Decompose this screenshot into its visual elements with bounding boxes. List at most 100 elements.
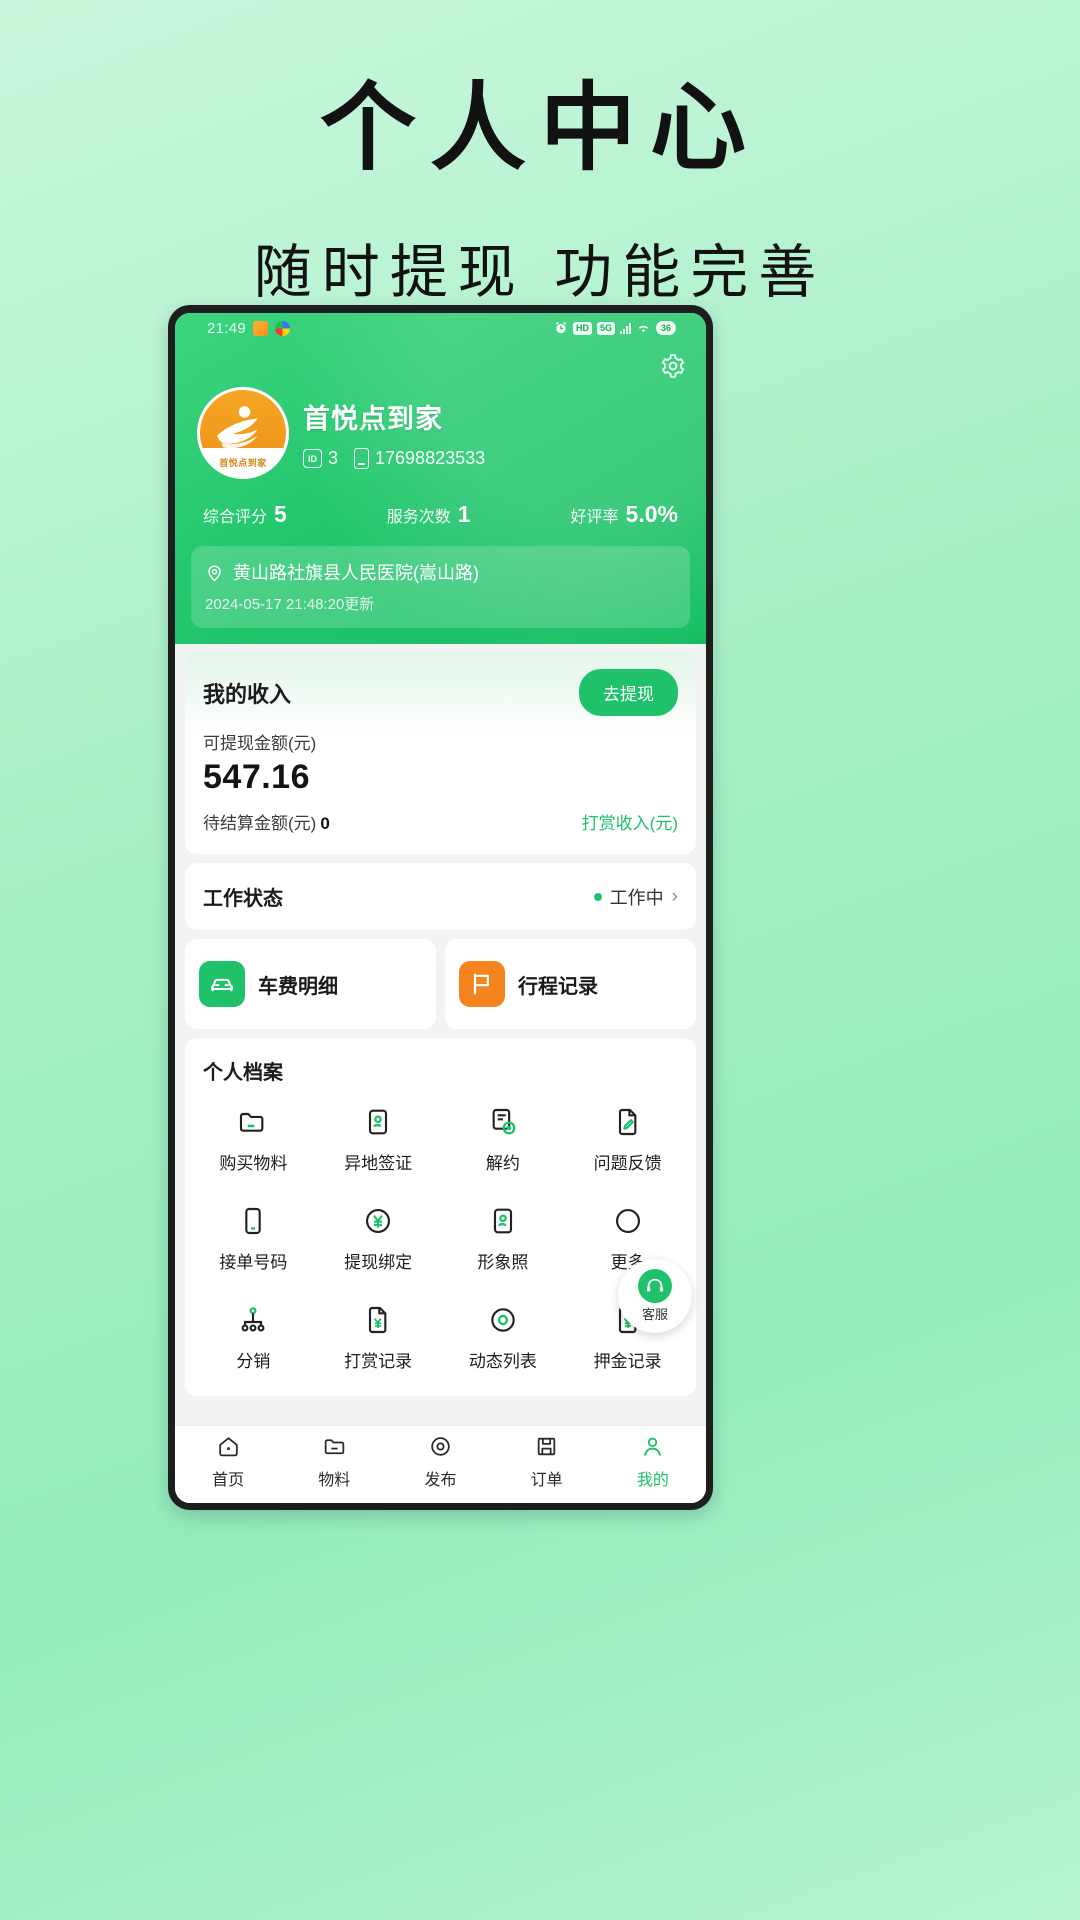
folder-icon [236,1105,270,1139]
tab-publish[interactable]: 发布 [387,1433,493,1490]
trip-record-card[interactable]: 行程记录 [445,939,696,1029]
id-card-icon [361,1105,395,1139]
profile-icon [639,1433,666,1460]
profile-header: 21:49 HD 5G 36 首悦点到家 首悦点到家 ID 3 17698823… [175,313,706,644]
battery-icon: 36 [655,320,676,336]
archive-item-purchase-materials[interactable]: 购买物料 [191,1091,316,1184]
archive-item-remote-visa[interactable]: 异地签证 [316,1091,441,1184]
income-title: 我的收入 [203,681,292,707]
profile-id-value: 3 [328,448,339,468]
pending-amount-label: 待结算金额(元) [203,814,317,833]
promo-header: 个人中心 随时提现 功能完善 [0,0,1080,309]
tab-profile[interactable]: 我的 [600,1433,706,1490]
archive-item-label: 购买物料 [219,1154,288,1173]
tab-materials[interactable]: 物料 [281,1433,387,1490]
archive-item-label: 分销 [236,1352,271,1371]
archive-item-label: 异地签证 [344,1154,413,1173]
archive-item-label: 动态列表 [468,1352,537,1371]
notification-app-icon [253,320,269,336]
stat-label: 好评率 [570,509,619,526]
status-dot-icon [593,892,602,901]
notification-browser-icon [275,320,291,336]
phone-icon [354,448,370,469]
materials-icon [321,1433,348,1460]
tip-income-link[interactable]: 打赏收入(元) [582,809,678,834]
customer-service-button[interactable]: 客服 [618,1259,692,1333]
withdraw-button[interactable]: 去提现 [579,669,678,716]
network-type-icon: 5G [596,321,615,335]
reward-record-icon [361,1303,395,1337]
archive-item-label: 形象照 [477,1253,529,1272]
tab-orders[interactable]: 订单 [494,1433,600,1490]
hd-icon: HD [572,321,592,335]
archive-item-dynamic-list[interactable]: 动态列表 [441,1289,566,1382]
promo-subtitle: 随时提现 功能完善 [253,237,827,306]
publish-icon [427,1433,454,1460]
tab-label: 首页 [212,1472,245,1489]
archive-item-label: 提现绑定 [344,1253,413,1272]
distribution-tree-icon [236,1303,270,1337]
archive-item-label: 问题反馈 [593,1154,662,1173]
id-badge-icon: ID [303,449,322,468]
home-icon [215,1433,242,1460]
work-status-value: 工作中 [609,887,664,908]
archive-item-distribution[interactable]: 分销 [191,1289,316,1382]
feedback-edit-icon [611,1105,645,1139]
pending-amount: 待结算金额(元) 0 [203,809,330,834]
more-icon [611,1204,645,1238]
location-updated-time: 2024-05-17 21:48:20更新 [205,596,375,613]
archive-item-order-number[interactable]: 接单号码 [191,1190,316,1283]
available-amount-value: 547.16 [203,758,310,796]
status-bar: 21:49 HD 5G 36 [191,313,690,343]
orders-icon [533,1433,560,1460]
stat-rating: 综合评分 5 [203,501,287,528]
tab-label: 订单 [530,1472,563,1489]
location-card[interactable]: 黄山路社旗县人民医院(嵩山路) 2024-05-17 21:48:20更新 [191,546,690,628]
location-name: 黄山路社旗县人民医院(嵩山路) [233,563,479,583]
avatar-caption: 首悦点到家 [219,459,267,469]
income-card: 我的收入 去提现 可提现金额(元) 547.16 待结算金额(元) 0 打赏收入(… [185,653,696,854]
archive-item-feedback[interactable]: 问题反馈 [565,1091,690,1184]
wifi-icon [636,322,651,334]
profile-phone-value: 17698823533 [375,448,486,468]
phone-screen: 21:49 HD 5G 36 首悦点到家 首悦点到家 ID 3 17698823… [175,313,706,1503]
signal-bars-icon [619,322,631,334]
stat-label: 综合评分 [203,509,268,526]
archive-item-portrait-photo[interactable]: 形象照 [441,1190,566,1283]
archive-item-label: 接单号码 [219,1253,288,1272]
headset-icon [638,1269,672,1303]
archive-item-withdraw-binding[interactable]: 提现绑定 [316,1190,441,1283]
archive-item-label: 解约 [485,1154,520,1173]
target-circle-icon [486,1303,520,1337]
stat-value: 5 [274,501,287,527]
stat-service-count: 服务次数 1 [387,501,471,528]
gear-icon[interactable] [660,353,686,379]
tab-label: 物料 [318,1472,351,1489]
customer-service-label: 客服 [641,1307,668,1322]
feature-card-row: 车费明细 行程记录 [185,939,696,1029]
fare-detail-card[interactable]: 车费明细 [185,939,436,1029]
promo-title: 个人中心 [320,71,760,184]
archive-item-terminate-contract[interactable]: 解约 [441,1091,566,1184]
yuan-circle-icon [361,1204,395,1238]
profile-stats: 综合评分 5 服务次数 1 好评率 5.0% [191,501,690,528]
tab-label: 我的 [636,1472,669,1489]
available-amount-label: 可提现金额(元) [203,734,317,753]
work-status-row[interactable]: 工作状态 工作中 › [185,863,696,930]
archive-card: 个人档案 购买物料 异地签证 解约 问题反馈 接单号码 提现绑定 形象照 更多 … [185,1038,696,1396]
stat-label: 服务次数 [386,509,451,526]
car-icon [199,961,245,1007]
page-body: 我的收入 去提现 可提现金额(元) 547.16 待结算金额(元) 0 打赏收入(… [175,644,706,1425]
archive-grid: 购买物料 异地签证 解约 问题反馈 接单号码 提现绑定 形象照 更多 分销 打赏… [191,1091,690,1382]
tab-label: 发布 [424,1472,457,1489]
stat-praise-rate: 好评率 5.0% [571,501,678,528]
chevron-right-icon: › [671,885,678,907]
profile-summary: 首悦点到家 首悦点到家 ID 3 17698823533 [191,387,690,479]
location-pin-icon [205,563,224,582]
contract-cancel-icon [486,1105,520,1139]
pending-amount-value: 0 [320,814,330,833]
tab-home[interactable]: 首页 [175,1433,281,1490]
archive-item-reward-record[interactable]: 打赏记录 [316,1289,441,1382]
mobile-phone-icon [236,1204,270,1238]
profile-name: 首悦点到家 [303,404,443,434]
